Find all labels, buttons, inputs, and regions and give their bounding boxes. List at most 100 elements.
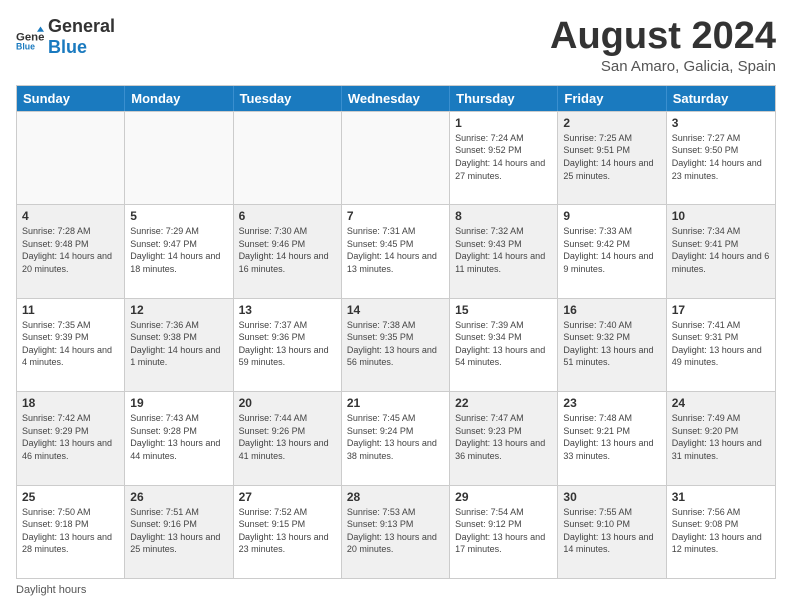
day-info: Sunrise: 7:29 AM Sunset: 9:47 PM Dayligh… <box>130 225 227 275</box>
day-info: Sunrise: 7:27 AM Sunset: 9:50 PM Dayligh… <box>672 132 770 182</box>
day-number: 12 <box>130 303 227 317</box>
cal-header-cell: Wednesday <box>342 86 450 111</box>
cal-cell: 30 Sunrise: 7:55 AM Sunset: 9:10 PM Dayli… <box>558 486 666 578</box>
day-number: 30 <box>563 490 660 504</box>
day-number: 4 <box>22 209 119 223</box>
day-info: Sunrise: 7:35 AM Sunset: 9:39 PM Dayligh… <box>22 319 119 369</box>
cal-cell: 27Sunrise: 7:52 AM Sunset: 9:15 PM Dayli… <box>234 486 342 578</box>
day-info: Sunrise: 7:47 AM Sunset: 9:23 PM Dayligh… <box>455 412 552 462</box>
day-info: Sunrise: 7:50 AM Sunset: 9:18 PM Dayligh… <box>22 506 119 556</box>
cal-cell: 17 Sunrise: 7:41 AM Sunset: 9:31 PM Dayli… <box>667 299 775 391</box>
day-number: 18 <box>22 396 119 410</box>
day-number: 20 <box>239 396 336 410</box>
cal-cell: 12 Sunrise: 7:36 AM Sunset: 9:38 PM Dayli… <box>125 299 233 391</box>
cal-cell: 11Sunrise: 7:35 AM Sunset: 9:39 PM Dayli… <box>17 299 125 391</box>
day-info: Sunrise: 7:36 AM Sunset: 9:38 PM Dayligh… <box>130 319 227 369</box>
day-info: Sunrise: 7:34 AM Sunset: 9:41 PM Dayligh… <box>672 225 770 275</box>
day-info: Sunrise: 7:39 AM Sunset: 9:34 PM Dayligh… <box>455 319 552 369</box>
day-info: Sunrise: 7:49 AM Sunset: 9:20 PM Dayligh… <box>672 412 770 462</box>
page: General Blue General Blue August 2024 Sa… <box>0 0 792 612</box>
day-info: Sunrise: 7:52 AM Sunset: 9:15 PM Dayligh… <box>239 506 336 556</box>
day-info: Sunrise: 7:31 AM Sunset: 9:45 PM Dayligh… <box>347 225 444 275</box>
logo-blue: Blue <box>48 37 87 57</box>
cal-cell: 7 Sunrise: 7:31 AM Sunset: 9:45 PM Daylig… <box>342 205 450 297</box>
day-info: Sunrise: 7:37 AM Sunset: 9:36 PM Dayligh… <box>239 319 336 369</box>
cal-cell: 18Sunrise: 7:42 AM Sunset: 9:29 PM Dayli… <box>17 392 125 484</box>
day-info: Sunrise: 7:45 AM Sunset: 9:24 PM Dayligh… <box>347 412 444 462</box>
logo-wordmark: General Blue <box>48 16 117 58</box>
cal-header-cell: Thursday <box>450 86 558 111</box>
day-info: Sunrise: 7:25 AM Sunset: 9:51 PM Dayligh… <box>563 132 660 182</box>
day-info: Sunrise: 7:55 AM Sunset: 9:10 PM Dayligh… <box>563 506 660 556</box>
cal-header-cell: Sunday <box>17 86 125 111</box>
cal-header-cell: Monday <box>125 86 233 111</box>
day-number: 6 <box>239 209 336 223</box>
cal-cell: 23 Sunrise: 7:48 AM Sunset: 9:21 PM Dayli… <box>558 392 666 484</box>
cal-cell: 22 Sunrise: 7:47 AM Sunset: 9:23 PM Dayli… <box>450 392 558 484</box>
day-number: 8 <box>455 209 552 223</box>
day-number: 14 <box>347 303 444 317</box>
cal-cell <box>17 112 125 204</box>
day-number: 9 <box>563 209 660 223</box>
day-number: 7 <box>347 209 444 223</box>
day-number: 5 <box>130 209 227 223</box>
calendar: SundayMondayTuesdayWednesdayThursdayFrid… <box>16 85 776 579</box>
day-info: Sunrise: 7:41 AM Sunset: 9:31 PM Dayligh… <box>672 319 770 369</box>
day-info: Sunrise: 7:43 AM Sunset: 9:28 PM Dayligh… <box>130 412 227 462</box>
day-info: Sunrise: 7:51 AM Sunset: 9:16 PM Dayligh… <box>130 506 227 556</box>
day-number: 15 <box>455 303 552 317</box>
cal-cell: 21 Sunrise: 7:45 AM Sunset: 9:24 PM Dayli… <box>342 392 450 484</box>
cal-cell <box>234 112 342 204</box>
day-info: Sunrise: 7:32 AM Sunset: 9:43 PM Dayligh… <box>455 225 552 275</box>
cal-header-cell: Tuesday <box>234 86 342 111</box>
day-number: 17 <box>672 303 770 317</box>
logo-icon: General Blue <box>16 23 44 51</box>
footer-note: Daylight hours <box>16 579 776 596</box>
cal-cell: 14Sunrise: 7:38 AM Sunset: 9:35 PM Dayli… <box>342 299 450 391</box>
day-info: Sunrise: 7:33 AM Sunset: 9:42 PM Dayligh… <box>563 225 660 275</box>
day-number: 24 <box>672 396 770 410</box>
cal-cell: 4 Sunrise: 7:28 AM Sunset: 9:48 PM Daylig… <box>17 205 125 297</box>
cal-cell: 6 Sunrise: 7:30 AM Sunset: 9:46 PM Daylig… <box>234 205 342 297</box>
cal-header-cell: Friday <box>558 86 666 111</box>
logo-general: General <box>48 16 115 37</box>
day-number: 19 <box>130 396 227 410</box>
cal-cell: 29 Sunrise: 7:54 AM Sunset: 9:12 PM Dayli… <box>450 486 558 578</box>
day-number: 29 <box>455 490 552 504</box>
cal-cell: 28 Sunrise: 7:53 AM Sunset: 9:13 PM Dayli… <box>342 486 450 578</box>
day-number: 28 <box>347 490 444 504</box>
cal-week: 4 Sunrise: 7:28 AM Sunset: 9:48 PM Daylig… <box>17 204 775 297</box>
cal-cell <box>125 112 233 204</box>
title-block: August 2024 San Amaro, Galicia, Spain <box>550 16 776 75</box>
cal-cell: 9 Sunrise: 7:33 AM Sunset: 9:42 PM Daylig… <box>558 205 666 297</box>
day-info: Sunrise: 7:28 AM Sunset: 9:48 PM Dayligh… <box>22 225 119 275</box>
day-number: 22 <box>455 396 552 410</box>
day-info: Sunrise: 7:54 AM Sunset: 9:12 PM Dayligh… <box>455 506 552 556</box>
day-info: Sunrise: 7:40 AM Sunset: 9:32 PM Dayligh… <box>563 319 660 369</box>
day-info: Sunrise: 7:48 AM Sunset: 9:21 PM Dayligh… <box>563 412 660 462</box>
cal-cell <box>342 112 450 204</box>
cal-cell: 8 Sunrise: 7:32 AM Sunset: 9:43 PM Daylig… <box>450 205 558 297</box>
cal-cell: 13 Sunrise: 7:37 AM Sunset: 9:36 PM Dayli… <box>234 299 342 391</box>
day-number: 2 <box>563 116 660 130</box>
cal-week: 25 Sunrise: 7:50 AM Sunset: 9:18 PM Dayli… <box>17 485 775 578</box>
day-number: 16 <box>563 303 660 317</box>
logo: General Blue General Blue <box>16 16 117 58</box>
cal-week: 11Sunrise: 7:35 AM Sunset: 9:39 PM Dayli… <box>17 298 775 391</box>
cal-cell: 16 Sunrise: 7:40 AM Sunset: 9:32 PM Dayli… <box>558 299 666 391</box>
calendar-header: SundayMondayTuesdayWednesdayThursdayFrid… <box>17 86 775 111</box>
cal-cell: 5 Sunrise: 7:29 AM Sunset: 9:47 PM Daylig… <box>125 205 233 297</box>
cal-cell: 3Sunrise: 7:27 AM Sunset: 9:50 PM Daylig… <box>667 112 775 204</box>
day-number: 13 <box>239 303 336 317</box>
day-info: Sunrise: 7:56 AM Sunset: 9:08 PM Dayligh… <box>672 506 770 556</box>
main-title: August 2024 <box>550 16 776 58</box>
day-number: 25 <box>22 490 119 504</box>
day-info: Sunrise: 7:53 AM Sunset: 9:13 PM Dayligh… <box>347 506 444 556</box>
day-number: 21 <box>347 396 444 410</box>
cal-header-cell: Saturday <box>667 86 775 111</box>
cal-cell: 26Sunrise: 7:51 AM Sunset: 9:16 PM Dayli… <box>125 486 233 578</box>
day-info: Sunrise: 7:24 AM Sunset: 9:52 PM Dayligh… <box>455 132 552 182</box>
cal-cell: 15 Sunrise: 7:39 AM Sunset: 9:34 PM Dayli… <box>450 299 558 391</box>
day-number: 23 <box>563 396 660 410</box>
day-info: Sunrise: 7:30 AM Sunset: 9:46 PM Dayligh… <box>239 225 336 275</box>
